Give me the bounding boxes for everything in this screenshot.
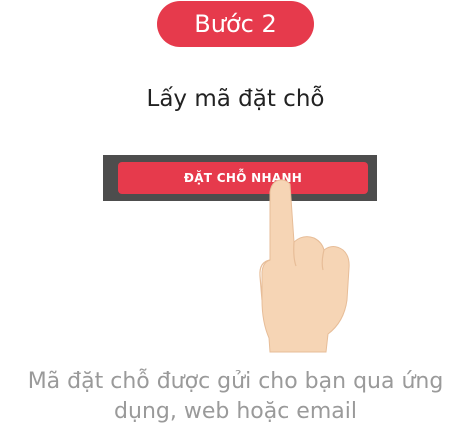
quick-book-button-label: ĐẶT CHỖ NHANH — [183, 171, 303, 185]
button-bar: ĐẶT CHỖ NHANH — [103, 155, 377, 201]
caption: Mã đặt chỗ được gửi cho bạn qua ứng dụng… — [0, 367, 471, 427]
caption-line-2: dụng, web hoặc email — [114, 399, 357, 424]
caption-line-1: Mã đặt chỗ được gửi cho bạn qua ứng — [27, 369, 444, 394]
quick-book-button[interactable]: ĐẶT CHỖ NHANH — [118, 162, 368, 194]
